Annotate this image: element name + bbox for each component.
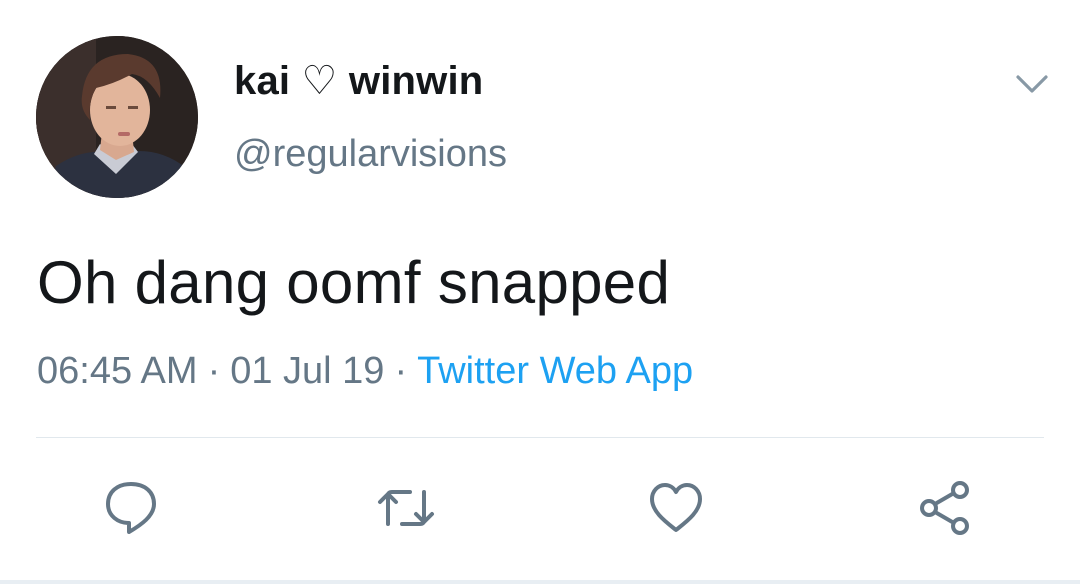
heart-icon <box>650 483 702 532</box>
divider <box>36 437 1044 438</box>
tweet-source-link[interactable]: Twitter Web App <box>417 350 693 392</box>
tweet-meta: 06:45 AM · 01 Jul 19 · Twitter Web App <box>37 350 693 393</box>
avatar-photo <box>36 36 198 198</box>
tweet-text: Oh dang oomf snapped <box>37 249 671 316</box>
tweet-card: kai ♡ winwin @regularvisions Oh dang oom… <box>0 0 1080 584</box>
reply-icon <box>106 482 156 534</box>
chevron-down-icon[interactable] <box>1012 64 1052 104</box>
display-name[interactable]: kai ♡ winwin <box>234 58 483 104</box>
tweet-time: 06:45 AM <box>37 350 198 392</box>
share-icon <box>920 481 969 535</box>
share-button[interactable] <box>914 478 974 538</box>
meta-separator: · <box>394 350 408 392</box>
reply-button[interactable] <box>101 478 161 538</box>
user-handle[interactable]: @regularvisions <box>234 133 507 176</box>
tweet-date: 01 Jul 19 <box>230 350 385 392</box>
meta-separator: · <box>207 350 221 392</box>
like-button[interactable] <box>646 478 706 538</box>
retweet-icon <box>378 490 434 526</box>
bottom-divider <box>0 580 1080 584</box>
retweet-button[interactable] <box>376 478 436 538</box>
avatar[interactable] <box>36 36 198 198</box>
